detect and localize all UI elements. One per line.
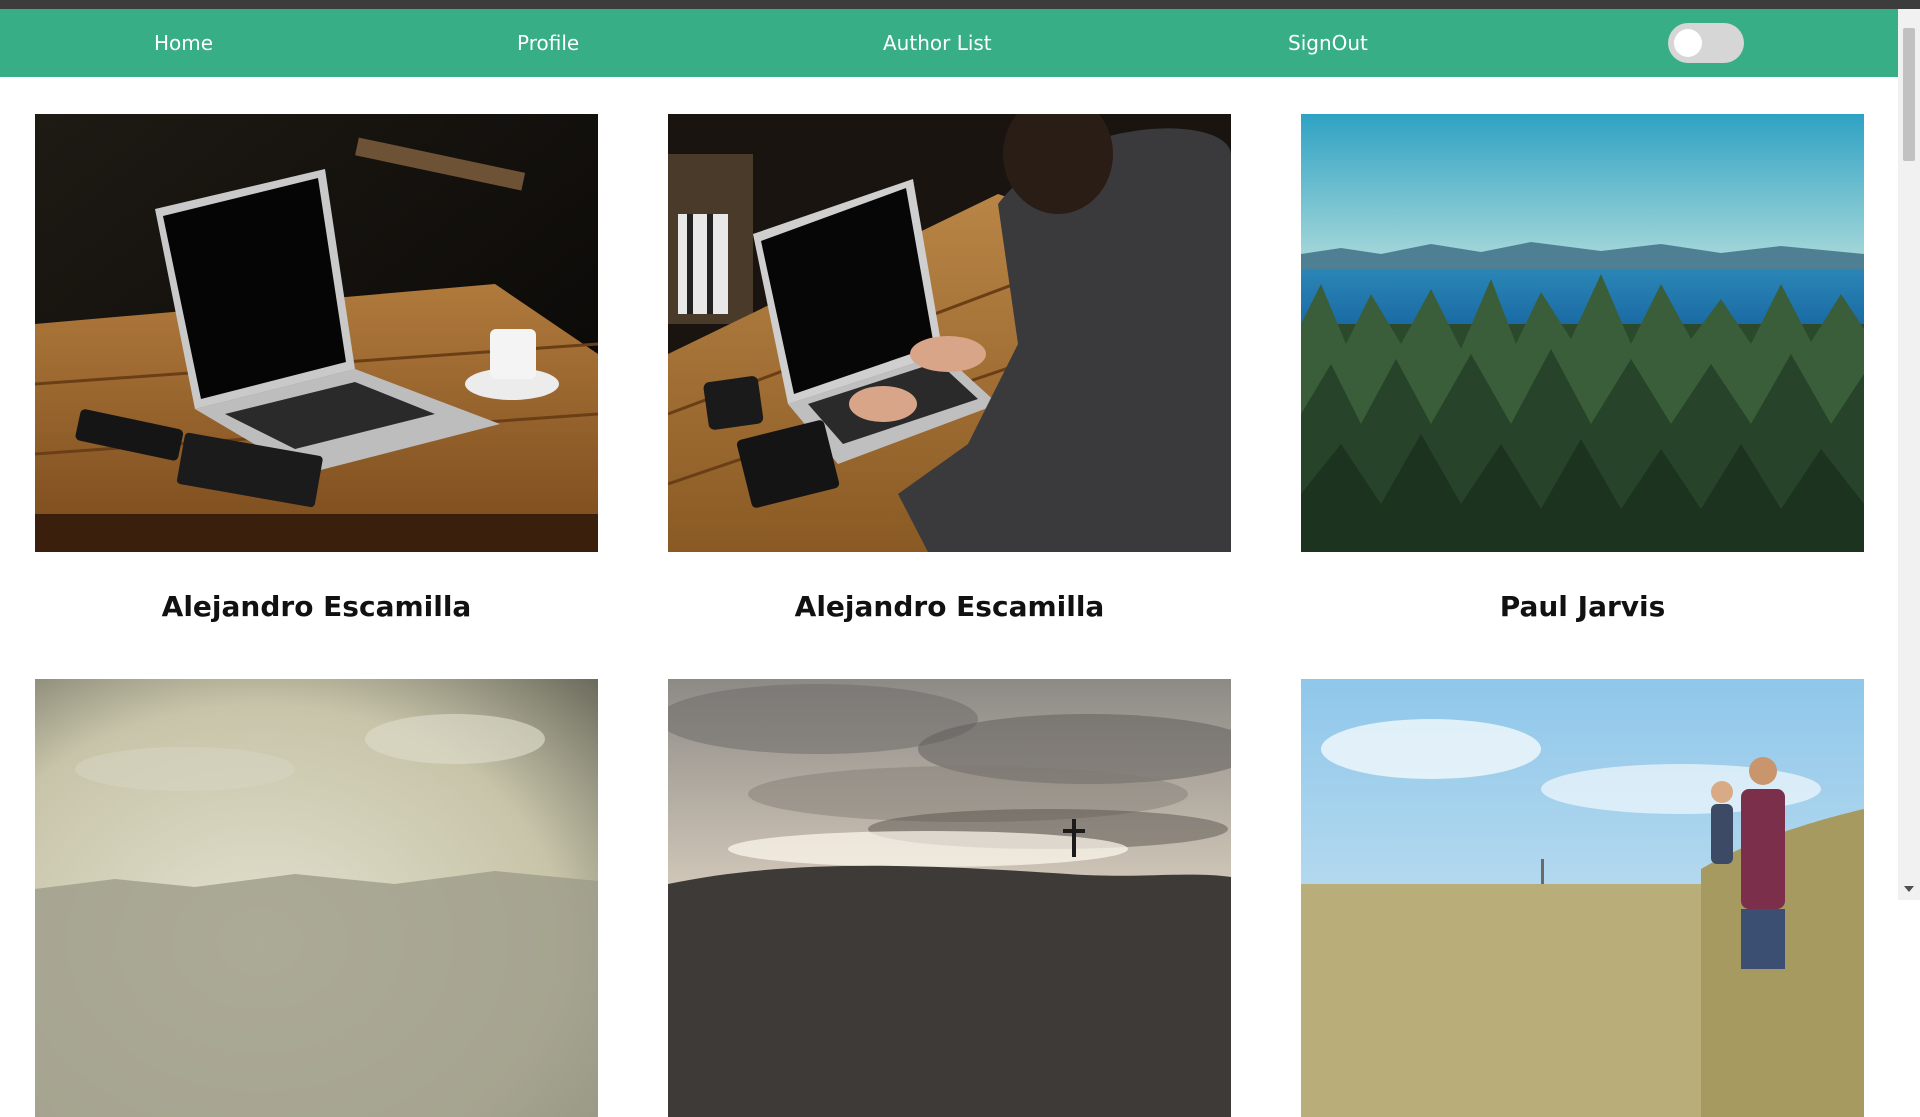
page-scrollbar[interactable] [1898, 9, 1920, 900]
author-photo-forest-sea [1301, 114, 1864, 552]
dark-mode-toggle[interactable] [1668, 23, 1744, 63]
cross-hill-image [668, 679, 1231, 1117]
author-name: Alejandro Escamilla [161, 590, 472, 623]
author-photo-hazy-sky [35, 679, 598, 1117]
author-name: Alejandro Escamilla [794, 590, 1105, 623]
nav-signout-link[interactable]: SignOut [1288, 9, 1368, 77]
author-photo-person-laptop [668, 114, 1231, 552]
toggle-knob [1674, 29, 1702, 57]
person-laptop-image [668, 114, 1231, 552]
laptop-table-image [35, 114, 598, 552]
nav-home-link[interactable]: Home [154, 9, 213, 77]
author-photo-man-child-field [1301, 679, 1864, 1117]
scroll-down-arrow-icon[interactable] [1904, 886, 1914, 892]
nav-profile-link[interactable]: Profile [517, 9, 579, 77]
nav-author-list-link[interactable]: Author List [883, 9, 992, 77]
hazy-sky-image [35, 679, 598, 1117]
forest-sea-image [1301, 114, 1864, 552]
author-photo-cross-hill [668, 679, 1231, 1117]
scroll-thumb[interactable] [1903, 28, 1915, 161]
navbar: Home Profile Author List SignOut [0, 9, 1898, 77]
browser-top-strip [0, 0, 1920, 9]
author-name: Paul Jarvis [1499, 590, 1666, 623]
author-photo-laptop-table [35, 114, 598, 552]
man-child-field-image [1301, 679, 1864, 1117]
